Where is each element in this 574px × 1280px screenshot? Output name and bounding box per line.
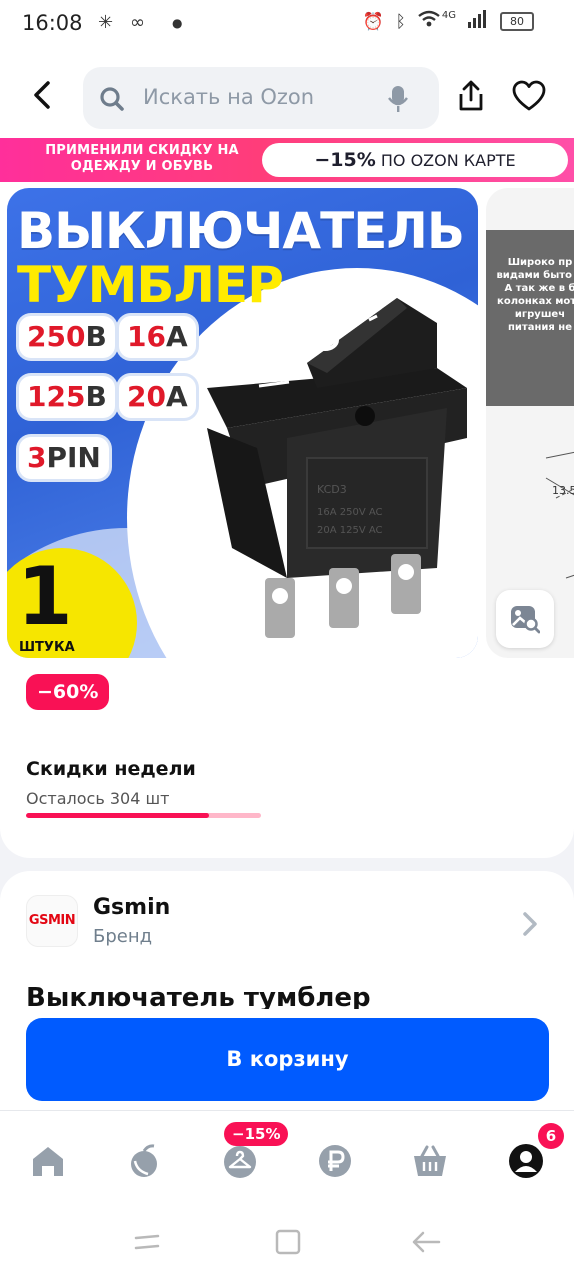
profile-icon[interactable] — [508, 1143, 544, 1179]
svg-text:20A 125V AC: 20A 125V AC — [317, 525, 383, 536]
link-icon: ∞ — [130, 12, 145, 33]
remaining-stock: Осталось 304 шт — [26, 789, 170, 808]
status-time: 16:08 — [22, 11, 83, 35]
search-placeholder: Искать на Ozon — [143, 85, 315, 109]
spec-badge: 250В — [19, 316, 115, 358]
image-search-icon — [511, 606, 540, 634]
product-card: ВЫКЛЮЧАТЕЛЬ ТУМБЛЕР 250В 16А 125В 20А 3P… — [0, 182, 574, 858]
search-icon — [100, 87, 124, 111]
status-icons: ⏰ ᛒ 4G 80 — [362, 10, 534, 33]
notification-count-badge: 6 — [538, 1123, 564, 1149]
spec-badge: 125В — [19, 376, 115, 418]
ruble-icon[interactable] — [317, 1143, 353, 1179]
chevron-right-icon[interactable] — [520, 911, 540, 937]
stock-progress-fill — [26, 813, 210, 818]
weekly-deals-label: Скидки недели — [26, 758, 196, 780]
promo-left-text: ПРИМЕНИЛИ СКИДКУ НА ОДЕЖДУ И ОБУВЬ — [45, 143, 239, 174]
bottom-nav: −15% 6 — [0, 1110, 574, 1210]
bluetooth-icon: ᛒ — [395, 11, 406, 32]
system-navigation-bar — [0, 1210, 574, 1280]
brand-label: Бренд — [93, 926, 153, 947]
dimension-drawing — [545, 451, 574, 579]
stock-progress-bar — [26, 813, 261, 818]
fresh-icon[interactable] — [126, 1143, 162, 1179]
quantity-word: ШТУКА — [19, 640, 75, 655]
promo-banner[interactable]: ПРИМЕНИЛИ СКИДКУ НА ОДЕЖДУ И ОБУВЬ −15% … — [0, 138, 574, 182]
product-title: Выключатель тумблер — [26, 983, 371, 1009]
share-icon[interactable] — [455, 80, 487, 112]
top-header: Искать на Ozon — [0, 50, 574, 138]
visual-search-button[interactable] — [496, 590, 554, 648]
status-bar: 16:08 ✳ ∞ ● ⏰ ᛒ 4G 80 — [0, 0, 574, 50]
home-square-icon[interactable] — [274, 1228, 302, 1256]
search-input[interactable]: Искать на Ozon — [83, 67, 439, 129]
battery-icon: 80 — [500, 12, 534, 31]
dimension-label: 13.5 — [552, 484, 574, 497]
brand-name: Gsmin — [93, 895, 171, 920]
system-back-icon[interactable] — [410, 1228, 442, 1256]
sun-icon: ✳ — [98, 12, 114, 33]
svg-text:KCD3: KCD3 — [317, 483, 347, 496]
recent-apps-icon[interactable] — [133, 1228, 161, 1256]
add-to-cart-button[interactable]: В корзину — [26, 1018, 549, 1101]
brand-card[interactable]: GSMIN Gsmin Бренд Выключатель тумблер В … — [0, 871, 574, 1121]
product-image-main[interactable]: ВЫКЛЮЧАТЕЛЬ ТУМБЛЕР 250В 16А 125В 20А 3P… — [7, 188, 478, 658]
promo-pill-text: ПО OZON КАРТЕ — [380, 151, 516, 170]
home-icon[interactable] — [30, 1143, 66, 1179]
discount-badge: −60% — [26, 674, 110, 710]
svg-text:16A 250V AC: 16A 250V AC — [317, 507, 383, 518]
signal-icon — [468, 10, 488, 33]
rocker-switch-illustration: KCD3 16A 250V AC 20A 125V AC — [207, 298, 467, 638]
brand-logo: GSMIN — [26, 895, 78, 947]
wifi-icon — [418, 10, 440, 33]
alarm-icon: ⏰ — [362, 11, 384, 32]
microphone-icon[interactable] — [387, 85, 409, 113]
spec-badge: 16А — [119, 316, 196, 358]
favorite-heart-icon[interactable] — [512, 80, 546, 112]
side-image-text: Широко пр видами быто д А так же в б кол… — [486, 230, 574, 406]
product-image-next[interactable]: Широко пр видами быто д А так же в б кол… — [486, 188, 574, 658]
network-type: 4G — [441, 10, 456, 21]
image-title-line1: ВЫКЛЮЧАТЕЛЬ — [17, 202, 465, 260]
promo-percent: −15% — [314, 149, 376, 171]
cart-icon[interactable] — [412, 1143, 448, 1179]
spec-badge: 20А — [119, 376, 196, 418]
fashion-icon[interactable] — [222, 1143, 258, 1179]
quantity-number: 1 — [17, 550, 73, 643]
back-icon[interactable] — [28, 80, 58, 110]
dot-icon: ● — [172, 16, 183, 30]
fashion-discount-badge: −15% — [224, 1122, 289, 1146]
promo-pill: −15% ПО OZON КАРТЕ — [262, 143, 568, 177]
spec-badge: 3PIN — [19, 437, 109, 479]
